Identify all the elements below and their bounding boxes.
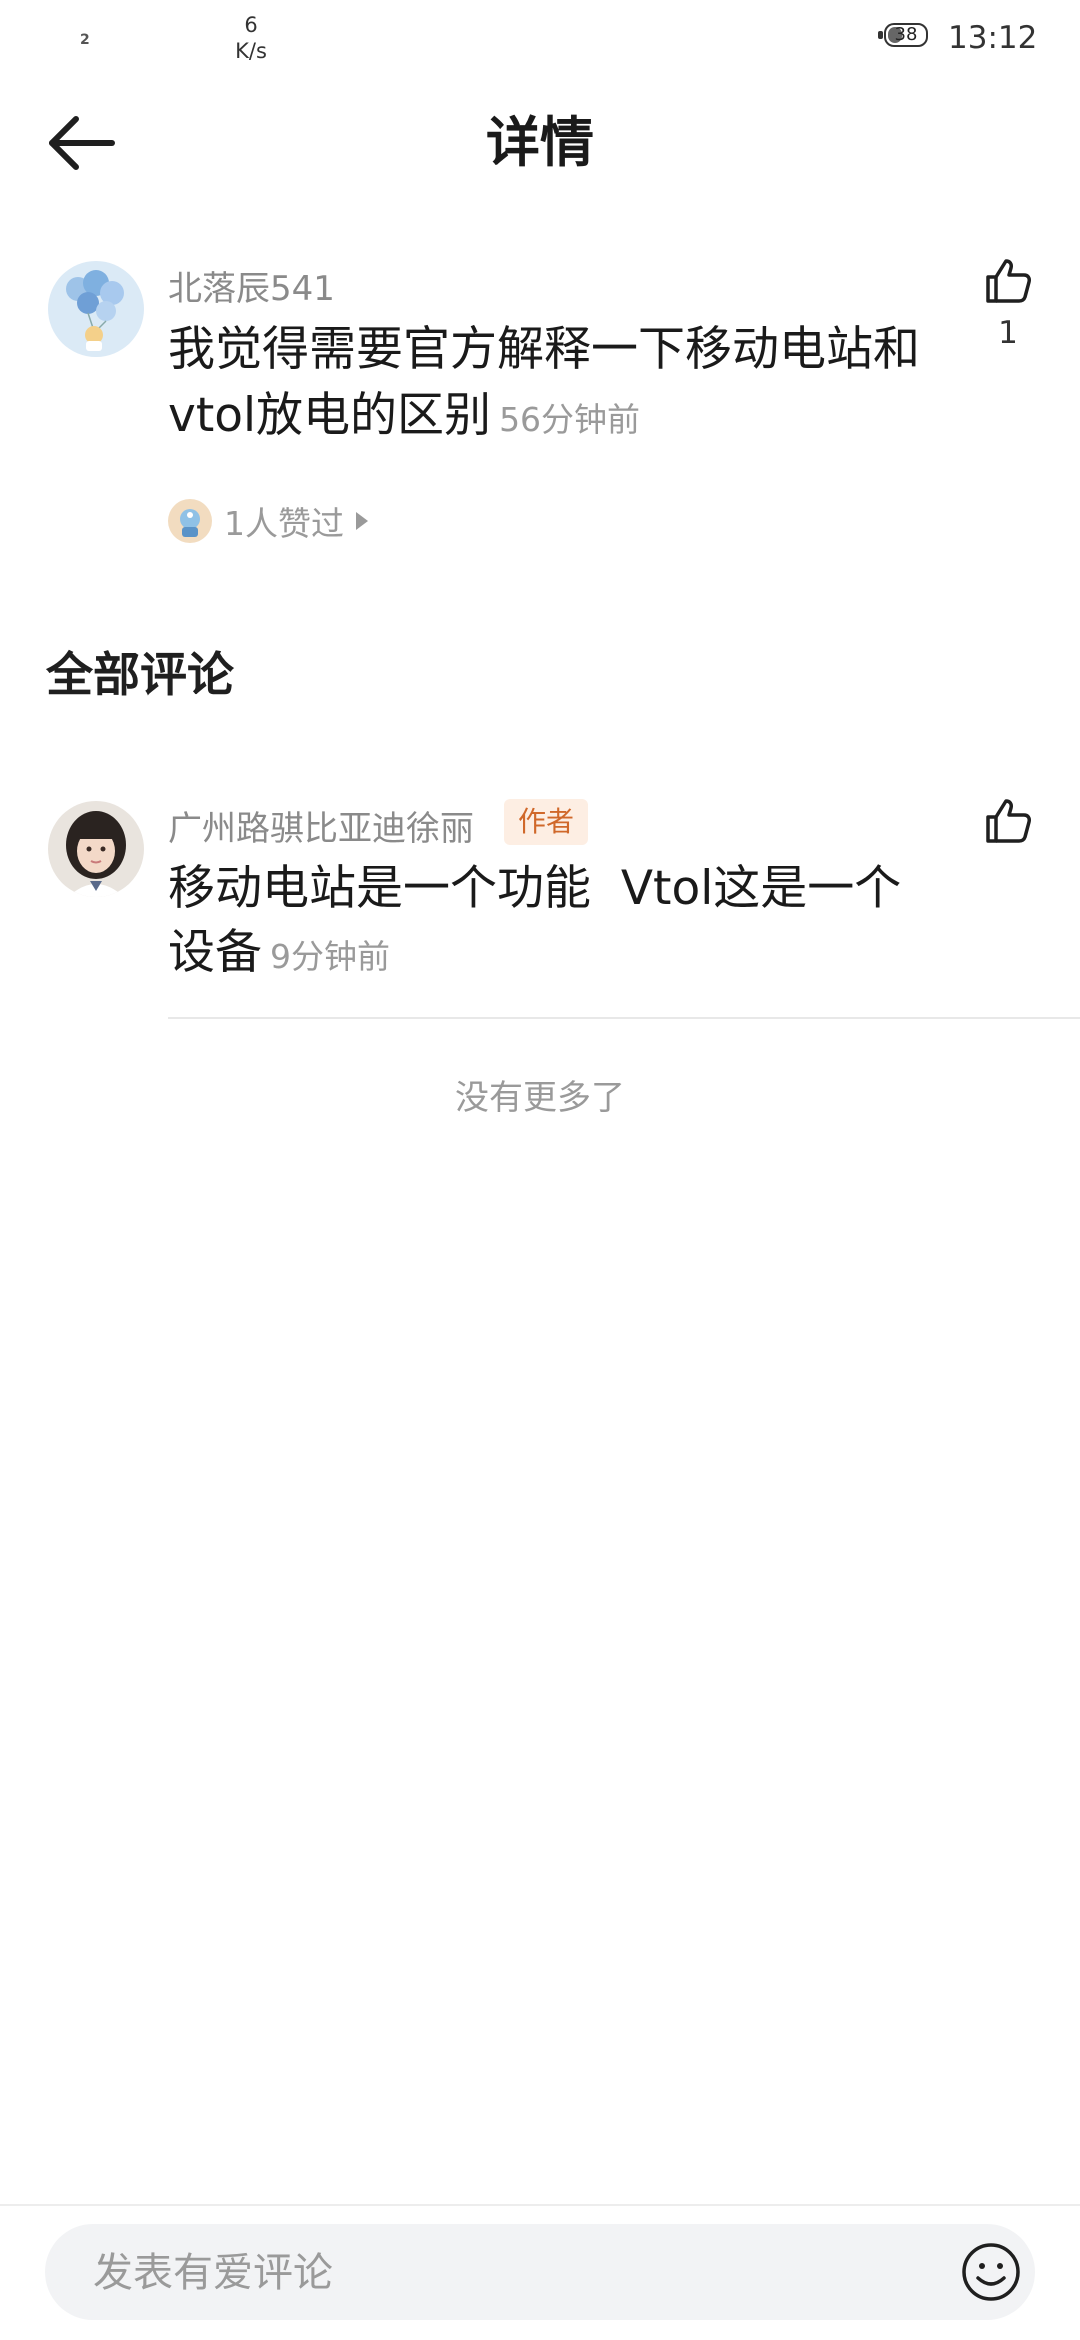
comment-divider: [168, 1017, 1080, 1019]
network-speed-value: 6: [244, 13, 258, 37]
network-speed: 6 K/s: [228, 12, 274, 64]
post-author-avatar[interactable]: [48, 261, 144, 357]
comments-section-title: 全部评论: [46, 648, 234, 703]
comment-author-avatar[interactable]: [48, 801, 144, 897]
arrow-left-icon: [49, 116, 115, 170]
liker-avatar: [168, 499, 212, 543]
liked-by-row[interactable]: 1人赞过: [168, 497, 368, 545]
post-time: 56分钟前: [499, 400, 641, 439]
comment-item: 广州路骐比亚迪徐丽 作者 移动电站是一个功能 Vtol这是一个设备 9分钟前: [0, 795, 1080, 1020]
page-title: 详情: [486, 111, 594, 174]
comment-like-button[interactable]: [982, 795, 1034, 847]
avatar-balloons-image: [48, 261, 144, 357]
notification-badge: 2: [80, 32, 90, 48]
comment-content: 移动电站是一个功能 Vtol这是一个设备 9分钟前: [168, 857, 928, 989]
screen: 2 6 K/s 38 13:12 详情 北落辰541 我觉得需要官方解释一下移动…: [0, 0, 1080, 2340]
liked-by-label: 1人赞过: [224, 504, 344, 543]
comment-input[interactable]: [91, 2224, 935, 2322]
post-like-button[interactable]: [982, 255, 1034, 307]
status-time: 13:12: [948, 20, 1038, 56]
smiley-icon: [962, 2243, 1020, 2301]
back-button[interactable]: [40, 108, 120, 178]
bottom-divider: [0, 2204, 1080, 2206]
emoji-button[interactable]: [959, 2240, 1023, 2304]
comment-author-name[interactable]: 广州路骐比亚迪徐丽: [168, 801, 474, 850]
status-bar: 2 6 K/s 38 13:12: [0, 0, 1080, 75]
post-author-name[interactable]: 北落辰541: [168, 261, 335, 310]
author-badge: 作者: [504, 799, 589, 845]
comment-input-bar: [45, 2224, 1035, 2322]
network-speed-unit: K/s: [235, 39, 267, 63]
thumbs-up-icon: [986, 259, 1031, 303]
header: 详情: [0, 90, 1080, 200]
post-like-count: 1: [998, 315, 1018, 351]
avatar-girl-photo: [48, 801, 144, 897]
post-content: 我觉得需要官方解释一下移动电站和vtol放电的区别 56分钟前: [168, 317, 958, 453]
thumbs-up-icon: [986, 799, 1031, 843]
battery-icon: 38: [878, 23, 934, 49]
battery-level: 38: [894, 24, 918, 45]
no-more-label: 没有更多了: [455, 1078, 625, 1118]
play-arrow-icon: [356, 512, 368, 530]
comment-time: 9分钟前: [270, 937, 390, 976]
